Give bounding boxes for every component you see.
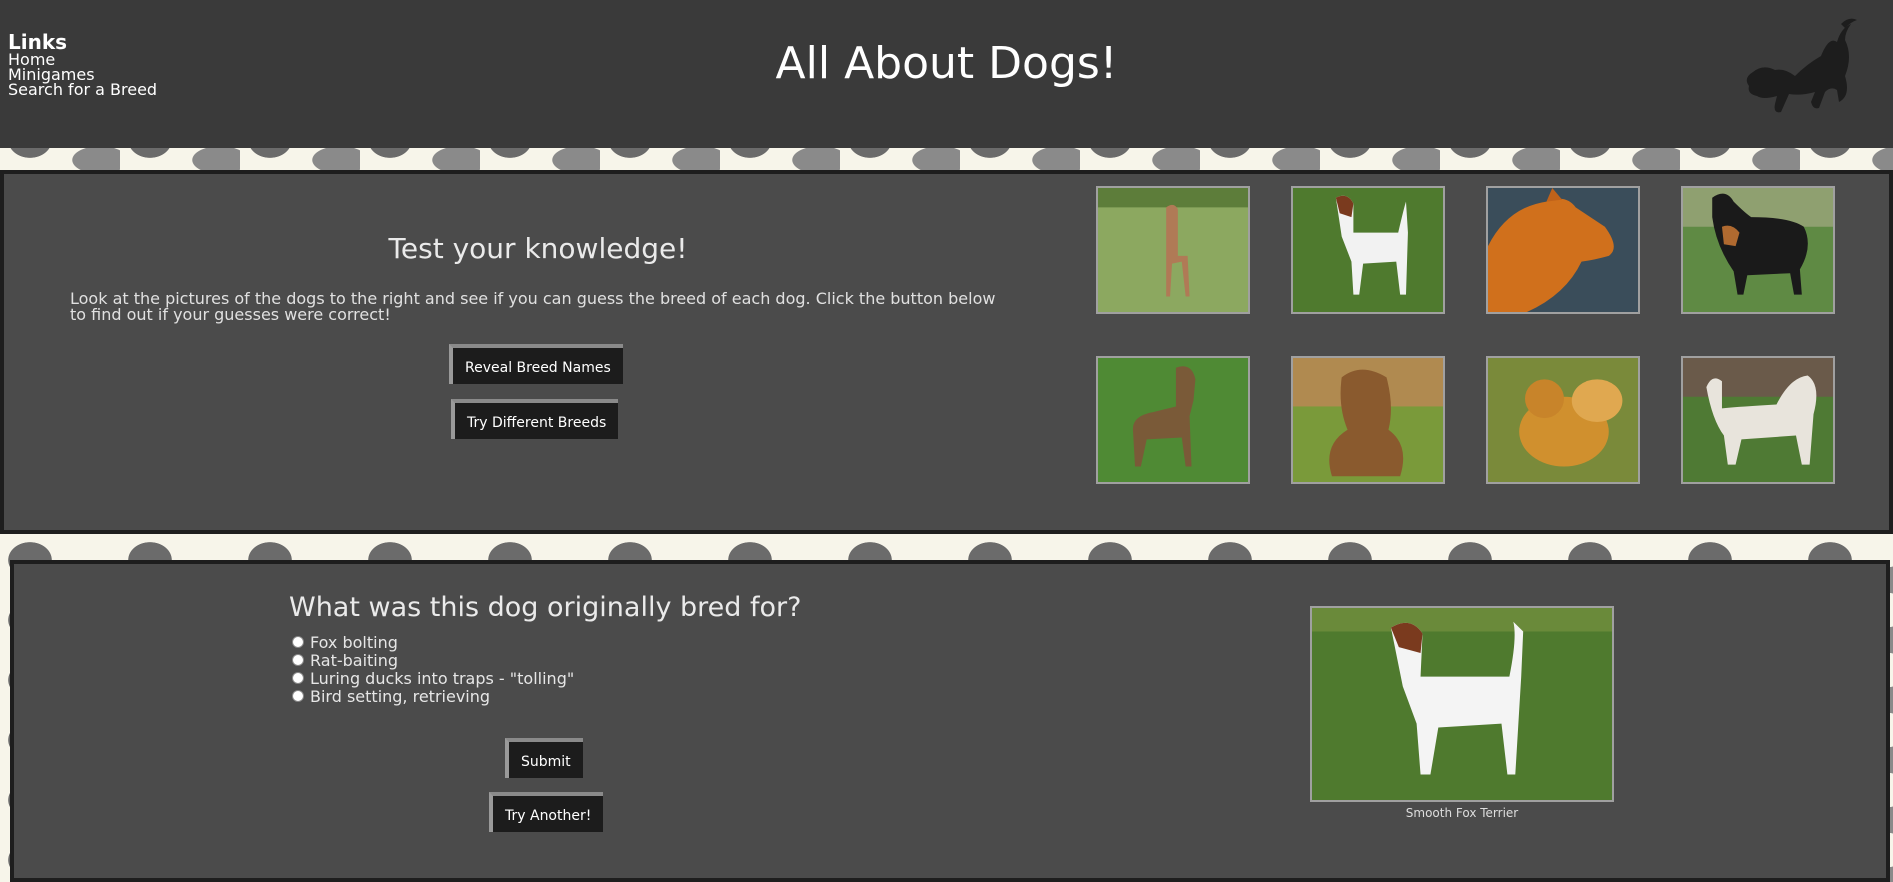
radio-button[interactable] [292, 690, 304, 702]
dog-photo-7 [1486, 356, 1640, 484]
question-area: What was this dog originally bred for? F… [289, 592, 889, 706]
dog-photo-6 [1291, 356, 1445, 484]
answer-option[interactable]: Rat-baiting [289, 650, 889, 670]
answer-option[interactable]: Bird setting, retrieving [289, 686, 889, 706]
radio-button[interactable] [292, 636, 304, 648]
question-heading: What was this dog originally bred for? [289, 592, 802, 623]
answer-option[interactable]: Luring ducks into traps - "tolling" [289, 668, 889, 688]
site-header: Links Home Minigames Search for a Breed … [0, 0, 1893, 148]
dog-photo-5 [1096, 356, 1250, 484]
answer-option-label: Fox bolting [310, 632, 398, 652]
answer-option-label: Bird setting, retrieving [310, 686, 491, 706]
answer-option[interactable]: Fox bolting [289, 632, 889, 652]
page-title: All About Dogs! [775, 38, 1118, 89]
quiz-heading: Test your knowledge! [388, 232, 688, 265]
dog-photo-3 [1486, 186, 1640, 314]
try-different-breeds-button[interactable]: Try Different Breeds [451, 399, 619, 439]
reveal-breed-names-button[interactable]: Reveal Breed Names [449, 344, 623, 384]
dog-photo-1 [1096, 186, 1250, 314]
dog-photo-8 [1681, 356, 1835, 484]
dog-photo-4 [1681, 186, 1835, 314]
answer-options: Fox bolting Rat-baiting Luring ducks int… [289, 632, 889, 706]
radio-button[interactable] [292, 654, 304, 666]
dog-silhouette-icon [1746, 18, 1857, 113]
featured-dog-photo [1310, 606, 1614, 802]
radio-button[interactable] [292, 672, 304, 684]
dog-photo-2 [1291, 186, 1445, 314]
submit-button[interactable]: Submit [505, 738, 583, 778]
try-another-button[interactable]: Try Another! [489, 792, 604, 832]
quiz-instructions: Look at the pictures of the dogs to the … [70, 289, 996, 324]
answer-option-label: Luring ducks into traps - "tolling" [310, 668, 575, 688]
featured-dog-caption: Smooth Fox Terrier [1405, 806, 1519, 820]
breed-quiz-panel: Test your knowledge! Look at the picture… [0, 170, 1893, 534]
breed-purpose-panel: What was this dog originally bred for? F… [10, 560, 1890, 882]
answer-option-label: Rat-baiting [310, 650, 399, 670]
quiz-intro: Test your knowledge! Look at the picture… [70, 232, 1006, 323]
